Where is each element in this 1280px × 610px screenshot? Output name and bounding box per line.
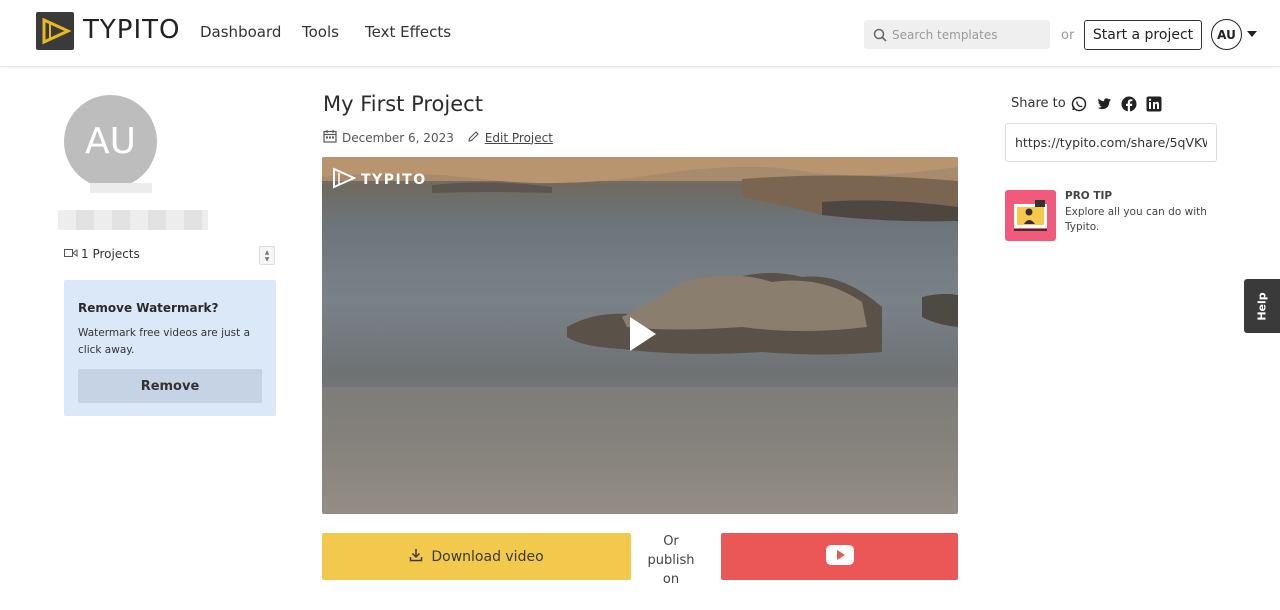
play-icon[interactable] (630, 317, 656, 351)
twitter-icon[interactable] (1096, 96, 1112, 116)
or-text: or (1061, 28, 1075, 43)
share-url-field[interactable] (1005, 123, 1217, 162)
logo-text[interactable]: TYPITO (83, 15, 180, 45)
watermark-text: TYPITO (361, 172, 427, 188)
download-video-label: Download video (431, 548, 544, 565)
projects-stepper[interactable]: ▲ ▼ (259, 246, 275, 265)
typito-logo-icon[interactable] (36, 12, 74, 50)
download-icon (409, 548, 423, 566)
help-label: Help (1255, 291, 1269, 321)
watermark-card-title: Remove Watermark? (78, 301, 219, 315)
pencil-icon[interactable] (467, 130, 480, 146)
pro-tip-illustration-icon (1005, 190, 1056, 241)
remove-watermark-card: Remove Watermark? Watermark free videos … (64, 280, 276, 416)
youtube-icon (825, 545, 854, 568)
help-tab[interactable]: Help (1244, 279, 1280, 333)
share-icons (1071, 96, 1162, 116)
watermark-card-description: Watermark free videos are just a click a… (78, 327, 251, 356)
facebook-icon[interactable] (1121, 96, 1137, 116)
video-watermark: TYPITO (332, 167, 427, 193)
chevron-down-icon[interactable] (1247, 31, 1257, 37)
top-header: TYPITO Dashboard Tools Text Effects or S… (0, 0, 1280, 67)
calendar-icon (323, 129, 337, 146)
publish-youtube-button[interactable] (721, 533, 958, 580)
nav-text-effects[interactable]: Text Effects (365, 23, 451, 41)
edit-project-link[interactable]: Edit Project (485, 131, 553, 145)
share-label: Share to (1011, 96, 1066, 111)
blurred-email (58, 210, 208, 230)
start-project-button[interactable]: Start a project (1084, 20, 1202, 50)
projects-count: 1 Projects (64, 247, 140, 261)
video-player[interactable]: TYPITO (322, 157, 958, 514)
projects-count-label: 1 Projects (81, 247, 140, 261)
download-video-button[interactable]: Download video (322, 533, 631, 580)
project-title: My First Project (323, 92, 483, 116)
project-meta: December 6, 2023 Edit Project (323, 129, 553, 146)
stepper-up-icon[interactable]: ▲ (265, 249, 270, 256)
search-icon (873, 27, 887, 46)
pro-tip-title: PRO TIP (1065, 190, 1113, 202)
linkedin-icon[interactable] (1146, 96, 1162, 116)
whatsapp-icon[interactable] (1071, 96, 1087, 116)
or-publish-text: Or publish on (647, 534, 695, 587)
remove-watermark-button[interactable]: Remove (78, 369, 262, 403)
search-input[interactable] (892, 20, 1047, 49)
user-avatar[interactable]: AU (1211, 19, 1242, 50)
pro-tip-text[interactable]: Explore all you can do with Typito. (1065, 205, 1215, 235)
blurred-username (90, 183, 152, 193)
typito-watermark-icon (332, 167, 357, 193)
profile-avatar: AU (64, 95, 157, 188)
nav-dashboard[interactable]: Dashboard (200, 23, 281, 41)
stepper-down-icon[interactable]: ▼ (265, 256, 270, 263)
video-camera-icon (64, 247, 78, 261)
nav-tools[interactable]: Tools (302, 23, 339, 41)
search-box (864, 20, 1050, 49)
project-date: December 6, 2023 (342, 130, 454, 145)
